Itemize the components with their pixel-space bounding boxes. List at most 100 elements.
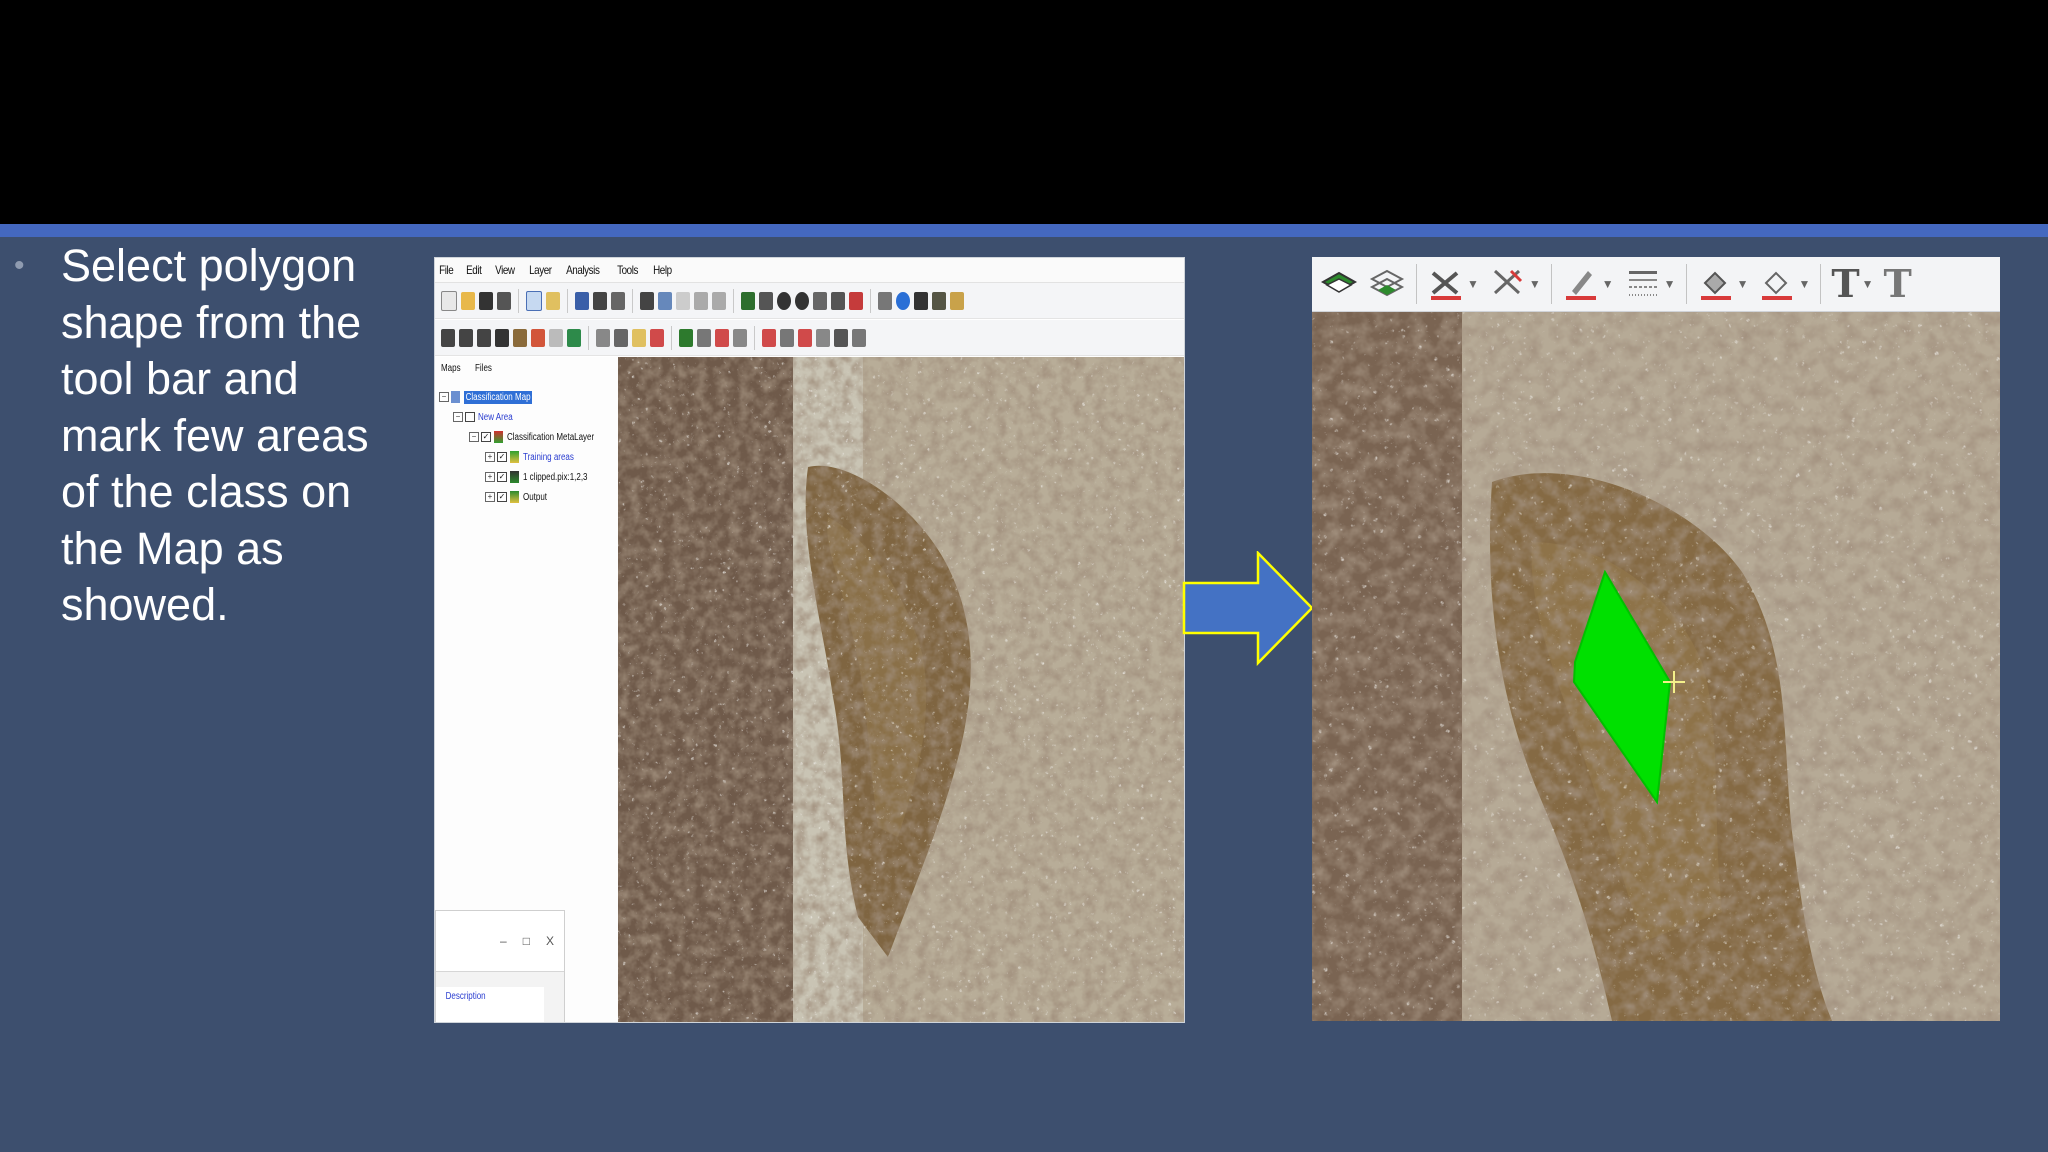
chevron-down-icon[interactable]: ▼ — [1664, 277, 1676, 291]
tree-checkbox[interactable]: ✓ — [497, 492, 507, 502]
pin-icon[interactable] — [650, 328, 664, 347]
menu-view[interactable]: View — [491, 263, 519, 277]
select-arrow-icon[interactable] — [441, 328, 455, 347]
satellite-map-zoomed[interactable] — [1312, 312, 2000, 1021]
line-tool-icon[interactable] — [1489, 265, 1527, 303]
copy-icon[interactable] — [658, 291, 672, 310]
satellite-map-view[interactable] — [618, 357, 1184, 1022]
tree-expander[interactable]: + — [485, 492, 495, 502]
menu-file[interactable]: File — [435, 263, 457, 277]
tree-checkbox[interactable]: ✓ — [497, 472, 507, 482]
pen-icon[interactable] — [762, 328, 776, 347]
line-tool-icon[interactable] — [733, 328, 747, 347]
zoom-in-icon[interactable] — [777, 291, 791, 310]
tree-item-output[interactable]: + ✓ Output — [435, 487, 618, 507]
tree-expander[interactable]: − — [469, 432, 479, 442]
text-style-icon[interactable]: T — [1884, 265, 1912, 303]
menu-analysis[interactable]: Analysis — [562, 263, 604, 277]
paste-icon[interactable] — [676, 291, 690, 310]
print-icon[interactable] — [497, 291, 511, 310]
info-icon[interactable] — [896, 291, 910, 310]
layers-icon[interactable] — [679, 328, 693, 347]
text-style-icon[interactable] — [852, 328, 866, 347]
menu-help[interactable]: Help — [649, 263, 676, 277]
outline-color-icon[interactable] — [816, 328, 830, 347]
highlight-icon[interactable] — [950, 291, 964, 310]
toolbar-separator — [671, 325, 672, 350]
grid-icon[interactable] — [531, 328, 545, 347]
zoom-extent-icon[interactable] — [741, 291, 755, 310]
chevron-down-icon[interactable]: ▼ — [1737, 277, 1749, 291]
text-tool-icon[interactable] — [495, 328, 509, 347]
coordinates-icon[interactable] — [878, 291, 892, 310]
pencil-icon[interactable] — [575, 291, 589, 310]
histogram-icon[interactable] — [932, 291, 946, 310]
save-icon[interactable] — [479, 291, 493, 310]
text-icon[interactable] — [834, 328, 848, 347]
tree-checkbox[interactable]: ✓ — [497, 452, 507, 462]
polygon-tool-icon[interactable] — [1427, 265, 1465, 303]
tree-item-training-areas[interactable]: + ✓ Training areas — [435, 447, 618, 467]
tree-expander[interactable]: − — [439, 392, 449, 402]
bucket-icon[interactable] — [567, 328, 581, 347]
layers-outline-icon[interactable] — [697, 328, 711, 347]
layers-icon[interactable] — [1320, 265, 1358, 303]
toolbar-separator — [1550, 264, 1552, 304]
chevron-down-icon[interactable]: ▼ — [1798, 277, 1810, 291]
pen-icon[interactable] — [1562, 265, 1600, 303]
chevron-down-icon[interactable]: ▼ — [1529, 277, 1541, 291]
brush-icon[interactable] — [513, 328, 527, 347]
fill-color-icon[interactable] — [1697, 265, 1735, 303]
menu-edit[interactable]: Edit — [462, 263, 486, 277]
fill-color-icon[interactable] — [798, 328, 812, 347]
refresh-icon[interactable] — [849, 291, 863, 310]
zoom-actual-icon[interactable] — [813, 291, 827, 310]
chevron-down-icon[interactable]: ▼ — [1862, 277, 1874, 291]
properties-icon[interactable] — [593, 291, 607, 310]
tab-maps[interactable]: Maps — [441, 363, 461, 374]
cut-icon[interactable] — [640, 291, 654, 310]
stack-icon[interactable] — [611, 291, 625, 310]
zoom-box-icon[interactable] — [759, 291, 773, 310]
tree-item-classification-metalayer[interactable]: − ✓ Classification MetaLayer — [435, 427, 618, 447]
page-icon[interactable] — [526, 290, 542, 311]
menu-layer[interactable]: Layer — [525, 263, 556, 277]
new-file-icon[interactable] — [441, 290, 457, 311]
light-icon[interactable] — [632, 328, 646, 347]
tree-expander[interactable]: − — [453, 412, 463, 422]
line-style-icon[interactable] — [780, 328, 794, 347]
edit-vertex-icon[interactable] — [459, 328, 473, 347]
measure-icon[interactable] — [614, 328, 628, 347]
minimize-button[interactable]: – — [500, 934, 507, 948]
line-style-icon[interactable] — [1624, 265, 1662, 303]
tree-item-classification-map[interactable]: − Classification Map — [435, 387, 618, 407]
open-folder-icon[interactable] — [461, 291, 475, 310]
description-field[interactable]: Description — [436, 987, 544, 1022]
satellite-image-zoomed — [1312, 312, 2000, 1021]
layers-outline-icon[interactable] — [1368, 265, 1406, 303]
polygon-tool-icon[interactable] — [715, 328, 729, 347]
outline-color-icon[interactable] — [1758, 265, 1796, 303]
tree-expander[interactable]: + — [485, 472, 495, 482]
redo-icon[interactable] — [712, 291, 726, 310]
polyline-icon[interactable] — [477, 328, 491, 347]
zoom-out-icon[interactable] — [795, 291, 809, 310]
layer-icon[interactable] — [546, 291, 560, 310]
text-icon[interactable]: T — [1831, 265, 1859, 303]
tree-checkbox[interactable] — [465, 412, 475, 422]
undo-icon[interactable] — [694, 291, 708, 310]
menu-tools[interactable]: Tools — [613, 263, 642, 277]
tab-files[interactable]: Files — [475, 363, 492, 374]
tree-item-new-area[interactable]: − New Area — [435, 407, 618, 427]
tree-expander[interactable]: + — [485, 452, 495, 462]
eraser-icon[interactable] — [549, 328, 563, 347]
tree-item-clipped-raster[interactable]: + ✓ 1 clipped.pix:1,2,3 — [435, 467, 618, 487]
pan-hand-icon[interactable] — [831, 291, 845, 310]
chevron-down-icon[interactable]: ▼ — [1602, 277, 1614, 291]
close-button[interactable]: X — [546, 934, 554, 948]
angle-icon[interactable] — [596, 328, 610, 347]
chevron-down-icon[interactable]: ▼ — [1467, 277, 1479, 291]
table-icon[interactable] — [914, 291, 928, 310]
maximize-button[interactable]: □ — [523, 934, 530, 948]
tree-checkbox[interactable]: ✓ — [481, 432, 491, 442]
